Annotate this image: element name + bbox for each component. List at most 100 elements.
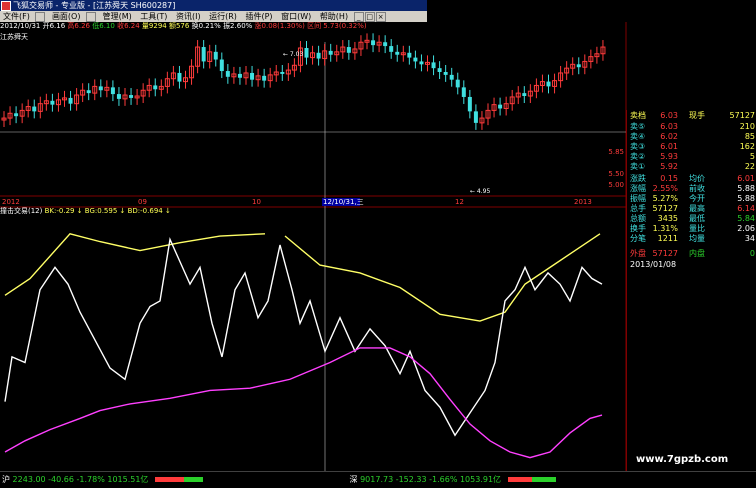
ask-row-v2: 210 xyxy=(739,122,755,131)
candle-body xyxy=(50,100,55,105)
stat-row-l2: 均价 xyxy=(689,174,705,183)
time-tick-label: 10 xyxy=(252,198,261,206)
menu-item-window[interactable]: 窗口(W) xyxy=(281,12,311,21)
mini-date-row: 2013/01/08 xyxy=(627,260,756,270)
candle-body xyxy=(86,90,91,94)
ask-row-v: 6.03 xyxy=(660,122,678,131)
menu-item-view[interactable]: 画面(O) xyxy=(52,12,81,21)
outer-inner-row-v: 57127 xyxy=(652,249,678,258)
stat-row-v: 0.15 xyxy=(660,174,678,183)
status-bar: 沪 2243.00 -40.66 -1.78% 1015.51亿 深 9017.… xyxy=(0,471,756,488)
stat-row-l: 涨幅 xyxy=(630,184,646,193)
stat-row-v2: 5.88 xyxy=(737,184,755,193)
stat-row-v2: 34 xyxy=(744,234,755,243)
candle-body xyxy=(237,73,242,78)
quote-header-row: 卖档 6.03 现手 57127 xyxy=(627,111,756,121)
stat-row-l: 换手 xyxy=(630,224,646,233)
indicator-pane: 1.000.500.00-0.50-1.00 xyxy=(4,219,652,459)
ask-row-v: 5.92 xyxy=(660,162,678,171)
candle-body xyxy=(250,72,255,80)
stat-row-v: 3435 xyxy=(657,214,678,223)
ask-row-v2: 162 xyxy=(739,142,755,151)
indicator-name: 撞击交易(12) xyxy=(0,207,43,215)
candle-body xyxy=(68,97,73,104)
stat-row-l2: 最高 xyxy=(689,204,705,213)
price-tick-label: 5.85 xyxy=(608,148,624,156)
stat-row-l2: 今开 xyxy=(689,194,705,203)
menu-item-plugin[interactable]: 插件(P) xyxy=(245,12,272,21)
candle-body xyxy=(262,75,267,81)
outer-inner-row-l: 外盘 xyxy=(630,249,646,258)
window-title-bar[interactable]: 飞狐交易师 - 专业版 - [江苏舜天 SH600287] xyxy=(0,0,427,11)
stat-row: 总手 57127 最高 6.14 xyxy=(627,204,756,214)
candlestick-series: ← 7.03 ← 4.95 xyxy=(1,33,606,195)
quote-header-row-l2: 现手 xyxy=(689,111,705,120)
stat-row: 分笔 1211 均量 34 xyxy=(627,234,756,244)
ask-row: 卖② 5.93 5 xyxy=(627,152,756,162)
indicator-line-bd xyxy=(4,347,603,459)
menu-item-manage[interactable]: 管理(M) xyxy=(103,12,132,21)
stat-row-l: 总手 xyxy=(630,204,646,213)
candle-body xyxy=(455,79,460,88)
minimize-button[interactable]: _ xyxy=(353,12,364,22)
mini-date-row-l: 2013/01/08 xyxy=(630,260,677,269)
candle-body xyxy=(449,74,454,80)
stat-row-l2: 量比 xyxy=(689,224,705,233)
time-tick-label: 2012 xyxy=(2,198,20,206)
menu-item-info[interactable]: 资讯(I) xyxy=(176,12,201,21)
ask-row-l: 卖⑤ xyxy=(630,122,646,131)
ask-row: 卖⑤ 6.03 210 xyxy=(627,122,756,132)
candle-body xyxy=(443,72,448,75)
candle-body xyxy=(395,51,400,55)
quote-header-row-l: 卖档 xyxy=(630,111,646,120)
sz-index-values: 9017.73 -152.33 -1.66% 1053.91亿 xyxy=(360,475,502,484)
indicator-values: BK:-0.29 ↓ BG:0.595 ↓ BD:-0.694 ↓ xyxy=(44,207,171,215)
candle-body xyxy=(225,71,230,77)
menu-item-run[interactable]: 运行(R) xyxy=(209,12,237,21)
candle-body xyxy=(201,47,206,62)
ask-row: 卖① 5.92 22 xyxy=(627,162,756,172)
candle-body xyxy=(576,64,581,68)
indicator-line-bg xyxy=(4,233,266,296)
time-axis: 2012091012/10/31,三122013日线 xyxy=(2,197,642,206)
app-icon xyxy=(1,1,11,11)
close-button[interactable]: × xyxy=(375,12,386,22)
indicator-line-bk xyxy=(4,236,603,437)
candle-body xyxy=(413,57,418,62)
candle-body xyxy=(177,72,182,82)
stat-row-l: 总额 xyxy=(630,214,646,223)
candle-body xyxy=(473,111,478,123)
candle-body xyxy=(98,86,103,91)
toolbar-button[interactable] xyxy=(35,12,46,22)
candle-body xyxy=(546,81,551,87)
ask-row-v: 6.01 xyxy=(660,142,678,151)
menu-item-tools[interactable]: 工具(T) xyxy=(140,12,167,21)
toolbar-button[interactable] xyxy=(86,12,97,22)
low-price-label: ← 4.95 xyxy=(470,188,490,195)
ask-row: 卖③ 6.01 162 xyxy=(627,142,756,152)
restore-button[interactable]: □ xyxy=(364,12,375,22)
candle-body xyxy=(522,93,527,96)
candle-body xyxy=(153,85,158,90)
watermark-text: www.7gpzb.com xyxy=(636,454,729,465)
candle-body xyxy=(461,87,466,97)
ask-row-v2: 5 xyxy=(749,152,755,161)
quote-panel: 卖档 6.03 现手 57127 卖⑤ 6.03 210 卖④ 6.02 85 卖③ 6.01 162 卖… xyxy=(626,110,756,487)
stat-row-l: 涨跌 xyxy=(630,174,646,183)
menu-item-file[interactable]: 文件(F) xyxy=(3,12,30,21)
sh-index-values: 2243.00 -40.66 -1.78% 1015.51亿 xyxy=(12,475,149,484)
ask-row-l: 卖④ xyxy=(630,132,646,141)
candle-body xyxy=(389,46,394,52)
outer-inner-row-v2: 0 xyxy=(749,249,755,258)
stat-row: 总额 3435 最低 5.84 xyxy=(627,214,756,224)
candle-body xyxy=(32,106,37,112)
menu-item-help[interactable]: 帮助(H) xyxy=(320,12,348,21)
candle-body xyxy=(110,87,115,95)
sh-index-label: 沪 xyxy=(2,475,10,484)
candle-body xyxy=(129,95,134,98)
stat-row-v2: 2.06 xyxy=(737,224,755,233)
stat-row-v: 2.55% xyxy=(652,184,678,193)
stat-row-v: 1.31% xyxy=(652,224,678,233)
candle-body xyxy=(116,94,121,99)
candle-body xyxy=(219,59,224,72)
